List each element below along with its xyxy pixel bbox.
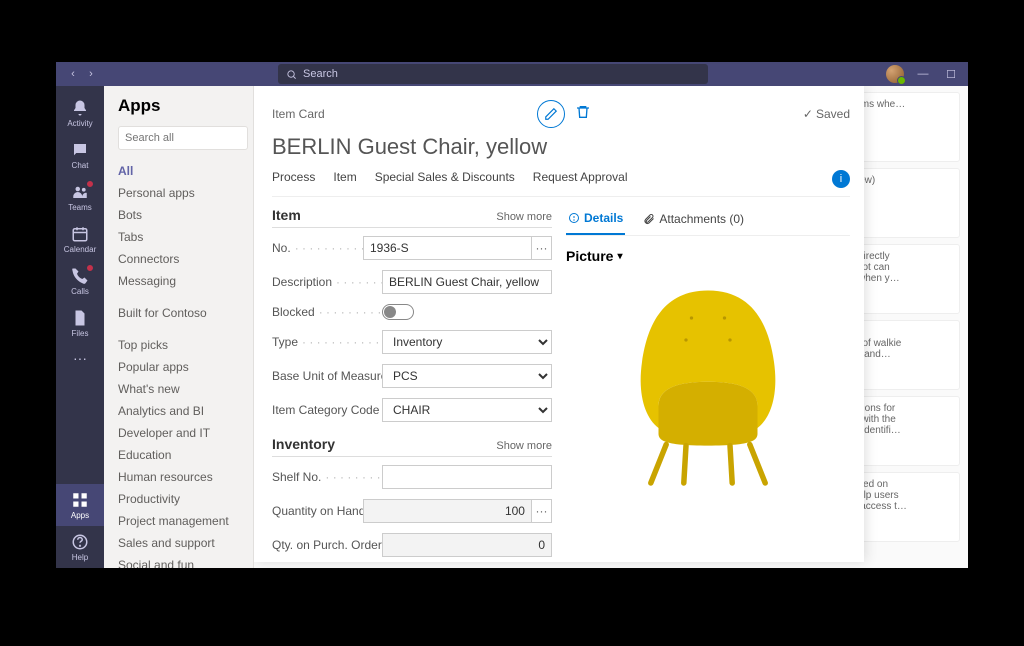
sidebar-title: Apps xyxy=(118,96,253,116)
description-input[interactable] xyxy=(382,270,552,294)
action-item[interactable]: Item xyxy=(333,170,356,188)
info-button[interactable]: i xyxy=(832,170,850,188)
sidebar-messaging[interactable]: Messaging xyxy=(118,270,248,292)
edit-button[interactable] xyxy=(537,100,565,128)
type-select[interactable]: Inventory xyxy=(382,330,552,354)
notification-badge-icon xyxy=(86,180,94,188)
no-label: No. xyxy=(272,241,291,255)
sidebar-social[interactable]: Social and fun xyxy=(118,554,248,568)
search-icon xyxy=(286,69,297,80)
titlebar: ‹ › Search — ☐ xyxy=(56,62,968,86)
picture-section-toggle[interactable]: Picture ▾ xyxy=(566,248,850,264)
notification-badge-icon xyxy=(86,264,94,272)
ellipsis-icon: ··· xyxy=(535,504,547,518)
sidebar-tabs[interactable]: Tabs xyxy=(118,226,248,248)
shelf-input[interactable] xyxy=(382,465,552,489)
attachment-icon xyxy=(643,213,655,225)
sidebar-built-for[interactable]: Built for Contoso xyxy=(118,302,248,324)
uom-select[interactable]: PCS xyxy=(382,364,552,388)
rail-help[interactable]: Help xyxy=(56,526,104,568)
sidebar-connectors[interactable]: Connectors xyxy=(118,248,248,270)
item-picture xyxy=(598,274,818,494)
show-more-inventory[interactable]: Show more xyxy=(496,440,552,452)
sidebar-all[interactable]: All xyxy=(118,160,248,182)
pencil-icon xyxy=(544,107,558,121)
no-input[interactable] xyxy=(363,236,532,260)
check-icon: ✓ xyxy=(803,107,813,121)
breadcrumb: Item Card xyxy=(272,107,325,121)
sidebar-hr[interactable]: Human resources xyxy=(118,466,248,488)
sidebar-popular[interactable]: Popular apps xyxy=(118,356,248,378)
sidebar-personal-apps[interactable]: Personal apps xyxy=(118,182,248,204)
qoh-label: Quantity on Hand xyxy=(272,504,363,518)
delete-button[interactable] xyxy=(575,104,591,125)
sidebar-project-mgmt[interactable]: Project management xyxy=(118,510,248,532)
item-title: BERLIN Guest Chair, yellow xyxy=(272,134,850,160)
rail-activity[interactable]: Activity xyxy=(56,92,104,134)
action-special-sales[interactable]: Special Sales & Discounts xyxy=(375,170,515,188)
qpo-value xyxy=(382,533,552,557)
blocked-label: Blocked xyxy=(272,305,315,319)
calendar-icon xyxy=(71,225,89,243)
tab-details[interactable]: Details xyxy=(566,207,625,235)
description-label: Description xyxy=(272,275,332,289)
shelf-label: Shelf No. xyxy=(272,470,321,484)
category-label: Item Category Code xyxy=(272,403,379,417)
rail-teams[interactable]: Teams xyxy=(56,176,104,218)
action-request-approval[interactable]: Request Approval xyxy=(533,170,628,188)
details-icon xyxy=(568,212,580,224)
rail-calendar[interactable]: Calendar xyxy=(56,218,104,260)
ellipsis-icon: ··· xyxy=(535,241,547,255)
qoh-drilldown-button[interactable]: ··· xyxy=(532,499,552,523)
type-label: Type xyxy=(272,335,298,349)
qoh-value xyxy=(363,499,532,523)
sidebar-productivity[interactable]: Productivity xyxy=(118,488,248,510)
help-icon xyxy=(71,533,89,551)
uom-label: Base Unit of Measure xyxy=(272,369,382,383)
sidebar-education[interactable]: Education xyxy=(118,444,248,466)
sidebar-search-input[interactable] xyxy=(118,126,248,150)
apps-icon xyxy=(71,491,89,509)
sidebar-bots[interactable]: Bots xyxy=(118,204,248,226)
rail-more[interactable]: ··· xyxy=(56,344,104,372)
rail-apps[interactable]: Apps xyxy=(56,484,104,526)
no-lookup-button[interactable]: ··· xyxy=(532,236,552,260)
chevron-down-icon: ▾ xyxy=(617,251,622,262)
section-inventory-heading: Inventory xyxy=(272,436,335,452)
chat-icon xyxy=(71,141,89,159)
global-search-input[interactable]: Search xyxy=(278,64,708,84)
rail-files[interactable]: Files xyxy=(56,302,104,344)
saved-status: ✓ Saved xyxy=(803,107,850,121)
show-more-item[interactable]: Show more xyxy=(496,211,552,223)
sidebar-whats-new[interactable]: What's new xyxy=(118,378,248,400)
apps-sidebar: Apps All Personal apps Bots Tabs Connect… xyxy=(104,86,254,568)
bell-icon xyxy=(71,99,89,117)
tab-attachments[interactable]: Attachments (0) xyxy=(641,207,746,235)
rail-calls[interactable]: Calls xyxy=(56,260,104,302)
action-process[interactable]: Process xyxy=(272,170,315,188)
info-icon: i xyxy=(840,173,842,185)
rail-chat[interactable]: Chat xyxy=(56,134,104,176)
ellipsis-icon: ··· xyxy=(73,350,87,366)
trash-icon xyxy=(575,104,591,120)
sidebar-sales[interactable]: Sales and support xyxy=(118,532,248,554)
search-placeholder: Search xyxy=(303,68,338,80)
section-item-heading: Item xyxy=(272,207,301,223)
minimize-button[interactable]: — xyxy=(914,65,932,83)
sidebar-top-picks[interactable]: Top picks xyxy=(118,334,248,356)
sidebar-developer[interactable]: Developer and IT xyxy=(118,422,248,444)
nav-back-button[interactable]: ‹ xyxy=(64,65,82,83)
maximize-button[interactable]: ☐ xyxy=(942,65,960,83)
app-rail: Activity Chat Teams Calendar Calls xyxy=(56,86,104,568)
sidebar-analytics[interactable]: Analytics and BI xyxy=(118,400,248,422)
files-icon xyxy=(71,309,89,327)
qpo-label: Qty. on Purch. Order xyxy=(272,538,382,552)
chair-icon xyxy=(598,274,818,494)
avatar[interactable] xyxy=(886,65,904,83)
item-card-panel: Item Card ✓ Saved BERLIN Guest Ch xyxy=(254,86,864,562)
blocked-toggle[interactable] xyxy=(382,304,414,320)
nav-forward-button[interactable]: › xyxy=(82,65,100,83)
category-select[interactable]: CHAIR xyxy=(382,398,552,422)
